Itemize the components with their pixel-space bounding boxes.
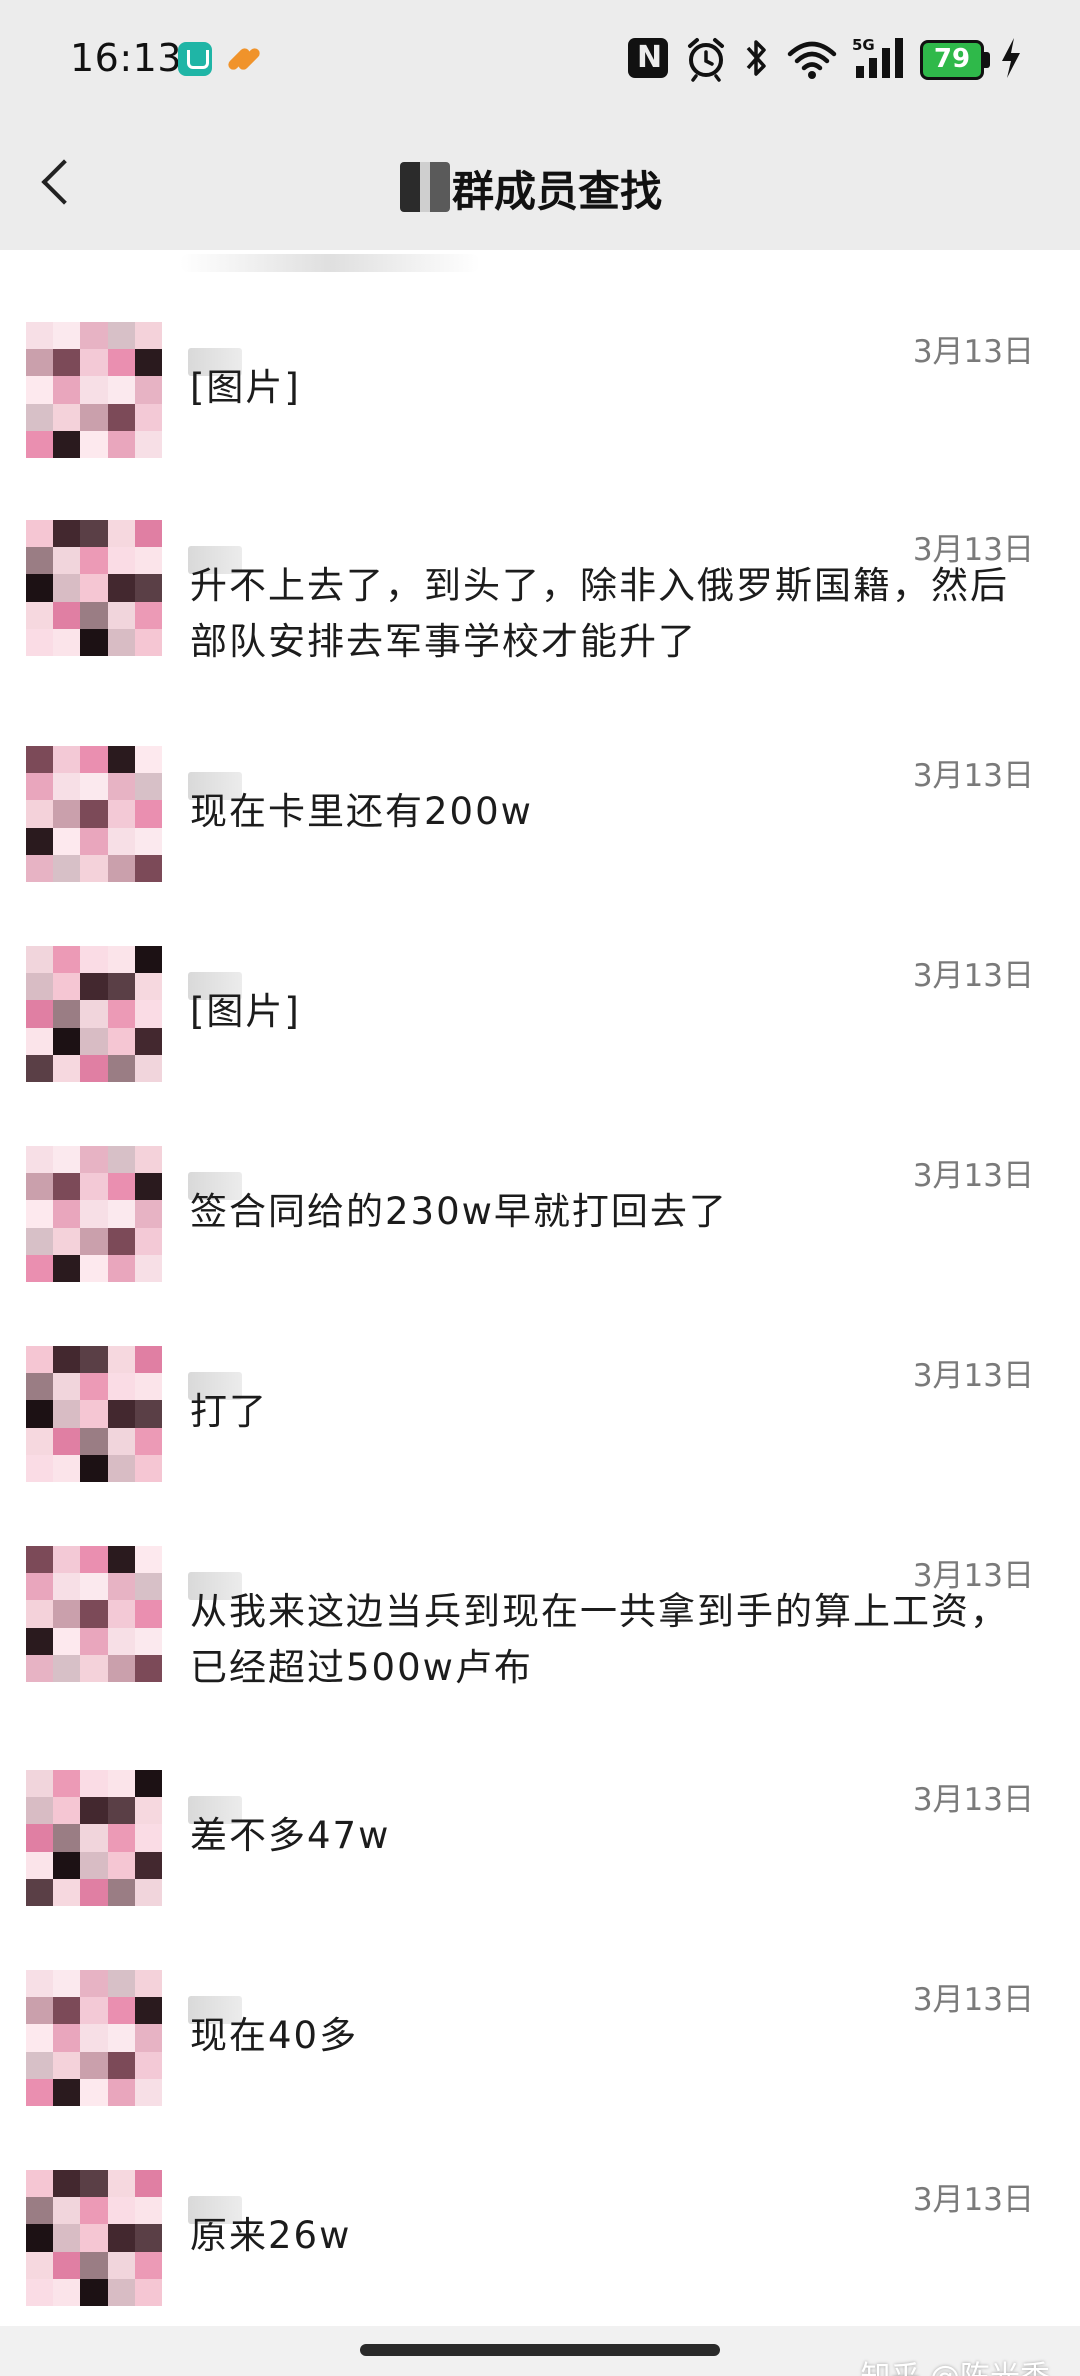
message-item[interactable]: 3月13日 打了 — [0, 1342, 1080, 1542]
back-button[interactable] — [26, 146, 86, 216]
message-text: [图片] — [190, 990, 301, 1033]
signal-5g-icon: 5G — [852, 36, 903, 78]
avatar[interactable] — [26, 322, 162, 458]
message-item[interactable]: 3月13日 [图片] — [0, 942, 1080, 1142]
message-item[interactable]: 3月13日 现在40多 — [0, 1966, 1080, 2166]
message-item[interactable]: 3月13日 [图片] — [0, 318, 1080, 518]
battery-percent: 79 — [933, 44, 971, 74]
bluetooth-icon — [746, 40, 766, 76]
message-item[interactable]: 3月13日 差不多47w — [0, 1766, 1080, 1966]
message-item[interactable]: 3月13日 签合同给的230w早就打回去了 — [0, 1142, 1080, 1342]
message-text: 现在卡里还有200w — [190, 790, 533, 833]
avatar[interactable] — [26, 746, 162, 882]
avatar[interactable] — [26, 946, 162, 1082]
redacted-group-name — [400, 162, 450, 212]
watermark: 知乎 @陈光秀 — [860, 2352, 1050, 2376]
avatar[interactable] — [26, 520, 162, 656]
alarm-icon — [688, 38, 724, 82]
avatar[interactable] — [26, 2170, 162, 2306]
message-text: 从我来这边当兵到现在一共拿到手的算上工资，已经超过500w卢布 — [190, 1590, 1009, 1689]
home-indicator[interactable] — [360, 2344, 720, 2356]
signal-label: 5G — [852, 36, 875, 54]
message-text: 升不上去了，到头了，除非入俄罗斯国籍，然后部队安排去军事学校才能升了 — [190, 564, 1009, 663]
battery-icon: 79 — [920, 40, 992, 80]
message-item[interactable]: 3月13日 升不上去了，到头了，除非入俄罗斯国籍，然后部队安排去军事学校才能升了 — [0, 516, 1080, 716]
taobao-icon — [226, 42, 260, 76]
avatar[interactable] — [26, 1146, 162, 1282]
message-text: 签合同给的230w早就打回去了 — [190, 1190, 728, 1233]
avatar[interactable] — [26, 1970, 162, 2106]
top-bar: 16:13 5G 79 — [0, 0, 1080, 250]
message-item[interactable]: 3月13日 从我来这边当兵到现在一共拿到手的算上工资，已经超过500w卢布 — [0, 1542, 1080, 1742]
message-text: 打了 — [190, 1390, 268, 1433]
page-title: 群成员查找 — [452, 167, 663, 216]
status-bar: 16:13 5G 79 — [0, 0, 1080, 118]
avatar[interactable] — [26, 1546, 162, 1682]
wifi-icon — [787, 41, 837, 79]
nfc-icon — [628, 38, 668, 78]
message-item[interactable]: 3月13日 现在卡里还有200w — [0, 742, 1080, 942]
avatar[interactable] — [26, 1770, 162, 1906]
status-time: 16:13 — [70, 36, 183, 80]
mi-home-icon — [178, 42, 212, 76]
message-text: 现在40多 — [190, 2014, 359, 2057]
message-text: [图片] — [190, 366, 301, 409]
message-text: 原来26w — [190, 2214, 352, 2257]
charging-icon — [1002, 38, 1020, 78]
nav-bar: 群成员查找 — [0, 118, 1080, 250]
avatar[interactable] — [26, 1346, 162, 1482]
scroll-shadow — [180, 254, 480, 272]
message-text: 差不多47w — [190, 1814, 391, 1857]
